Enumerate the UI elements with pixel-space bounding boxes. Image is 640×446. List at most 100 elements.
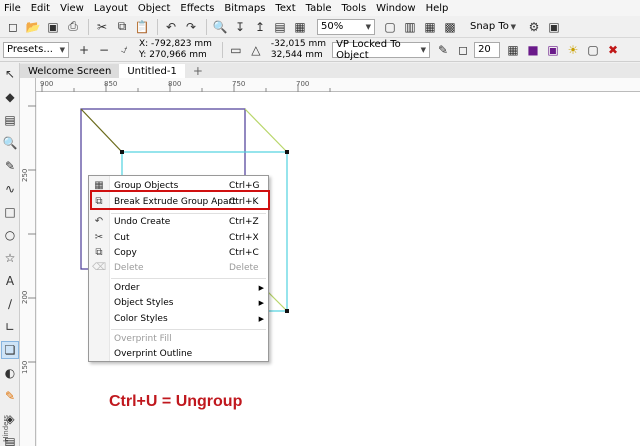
full-screen-icon[interactable]: ▢ (381, 18, 399, 36)
selection-handle[interactable] (285, 309, 289, 313)
ruler-tick-label: 800 (168, 80, 181, 88)
presets-select[interactable]: Presets... ▼ (3, 41, 69, 58)
menu-item-undo[interactable]: ↶ Undo Create Ctrl+Z (89, 214, 268, 229)
menu-text[interactable]: Text (275, 3, 295, 14)
menu-layout[interactable]: Layout (94, 3, 128, 14)
extrusion-color-icon[interactable]: ■ (524, 41, 542, 59)
transparency-tool-icon[interactable]: ◐ (1, 364, 19, 382)
selection-handle[interactable] (120, 150, 124, 154)
import-icon[interactable]: ↧ (231, 18, 249, 36)
paste-icon[interactable]: 📋 (133, 18, 151, 36)
extrude-edge (80, 108, 123, 153)
publish-pdf-icon[interactable]: ▤ (271, 18, 289, 36)
highlight-box (90, 190, 270, 210)
menu-view[interactable]: View (60, 3, 84, 14)
vp-object-icon[interactable]: ✎ (434, 41, 452, 59)
ruler-tick-label: 250 (21, 169, 29, 182)
grid-icon[interactable]: ▦ (421, 18, 439, 36)
menu-edit[interactable]: Edit (31, 3, 50, 14)
hinders-label: Hinders (2, 415, 10, 442)
selection-handle[interactable] (285, 150, 289, 154)
x-position-field[interactable]: X: -792,823 mm (139, 39, 212, 50)
tab-untitled-1[interactable]: Untitled-1 (119, 64, 185, 78)
copy-icon[interactable]: ⧉ (113, 18, 131, 36)
add-preset-icon[interactable]: + (75, 41, 93, 59)
zoom-tool-icon[interactable]: 🔍 (1, 134, 19, 152)
open-folder-icon[interactable]: 📂 (24, 18, 42, 36)
submenu-arrow-icon: ▶ (258, 314, 264, 323)
clear-extrusion-icon[interactable]: ✖ (604, 41, 622, 59)
print-icon[interactable]: ⎙ (64, 18, 82, 36)
ruler-tick-label: 750 (232, 80, 245, 88)
new-document-icon[interactable]: ◻ (4, 18, 22, 36)
freehand-tool-icon[interactable]: ✎ (1, 157, 19, 175)
menu-item-color-styles[interactable]: Color Styles ▶ (89, 311, 268, 326)
menu-item-copy[interactable]: ⧉ Copy Ctrl+C (89, 245, 268, 260)
menu-window[interactable]: Window (376, 3, 415, 14)
horizontal-ruler[interactable]: 900 850 800 750 700 (36, 78, 640, 92)
artistic-media-icon[interactable]: ∿ (1, 180, 19, 198)
pick-tool-icon[interactable]: ↖ (1, 65, 19, 83)
vertical-ruler[interactable]: 250 200 150 (20, 78, 36, 446)
application-launcher-icon[interactable]: ▦ (291, 18, 309, 36)
ellipse-tool-icon[interactable]: ○ (1, 226, 19, 244)
menu-bitmaps[interactable]: Bitmaps (224, 3, 265, 14)
menu-file[interactable]: File (4, 3, 21, 14)
tab-welcome-screen[interactable]: Welcome Screen (20, 64, 120, 78)
menu-table[interactable]: Table (306, 3, 332, 14)
depth-field[interactable]: 20 (474, 41, 501, 58)
undo-icon[interactable]: ↶ (162, 18, 180, 36)
menu-item-object-styles[interactable]: Object Styles ▶ (89, 295, 268, 310)
menu-help[interactable]: Help (426, 3, 449, 14)
guidelines-icon[interactable]: ▩ (441, 18, 459, 36)
zoom-level-select[interactable]: 50% ▼ (317, 18, 375, 35)
welcome-screen-icon[interactable]: ▣ (545, 18, 563, 36)
ruler-tick-label: 850 (104, 80, 117, 88)
rulers-icon[interactable]: ▥ (401, 18, 419, 36)
chevron-down-icon: ▼ (510, 22, 516, 31)
vp-y-field[interactable]: 32,544 mm (271, 50, 326, 61)
text-tool-icon[interactable]: A (1, 272, 19, 290)
remove-preset-icon[interactable]: − (95, 41, 113, 59)
copy-extrusion-icon[interactable]: ▢ (584, 41, 602, 59)
connector-tool-icon[interactable]: ∟ (1, 318, 19, 336)
search-content-icon[interactable]: 🔍 (211, 18, 229, 36)
snap-to-dropdown[interactable]: Snap To ▼ (467, 19, 519, 35)
export-icon[interactable]: ↥ (251, 18, 269, 36)
options-icon[interactable]: ⚙ (525, 18, 543, 36)
vanishing-point-icon: △ (251, 42, 261, 57)
menu-effects[interactable]: Effects (180, 3, 214, 14)
dimension-tool-icon[interactable]: ∕ (1, 295, 19, 313)
y-position-field[interactable]: Y: 270,966 mm (139, 50, 212, 61)
rectangle-tool-icon[interactable]: □ (1, 203, 19, 221)
extrusion-type-icon[interactable]: ▭ (227, 41, 245, 59)
eyedropper-tool-icon[interactable]: ✎ (1, 387, 19, 405)
toolbar-divider (221, 41, 223, 58)
save-icon[interactable]: ▣ (44, 18, 62, 36)
redo-icon[interactable]: ↷ (182, 18, 200, 36)
extrude-rotation-icon[interactable]: ▦ (504, 41, 522, 59)
extrusion-bevel-icon[interactable]: ▣ (544, 41, 562, 59)
add-tab-icon[interactable]: + (185, 64, 211, 78)
menu-item-overprint-fill: Overprint Fill (114, 333, 172, 344)
shape-tool-icon[interactable]: ◆ (1, 88, 19, 106)
menu-item-cut[interactable]: ✂ Cut Ctrl+X (89, 230, 268, 245)
menu-object[interactable]: Object (138, 3, 171, 14)
menu-item-order[interactable]: Order ▶ (89, 280, 268, 295)
vanishing-point-mode-select[interactable]: VP Locked To Object ▼ (332, 39, 431, 61)
vp-x-field[interactable]: -32,015 mm (271, 39, 326, 50)
polygon-tool-icon[interactable]: ☆ (1, 249, 19, 267)
depth-icon: ◻ (458, 42, 469, 57)
extrusion-lighting-icon[interactable]: ☀ (564, 41, 582, 59)
standard-toolbar: ◻ 📂 ▣ ⎙ ✂ ⧉ 📋 ↶ ↷ 🔍 ↧ ↥ ▤ ▦ 50% ▼ ▢ ▥ ▦ ▩… (0, 16, 640, 38)
toolbar-divider (206, 18, 207, 35)
menu-tools[interactable]: Tools (342, 3, 367, 14)
cut-icon[interactable]: ✂ (93, 18, 111, 36)
toolbar-divider (157, 18, 158, 35)
trash-icon: ⌫ (91, 262, 107, 273)
menu-item-overprint-outline[interactable]: Overprint Outline (89, 346, 268, 361)
document-tabs: Welcome Screen Untitled-1 + (20, 63, 640, 78)
extrude-tool-icon[interactable]: ❏ (1, 341, 19, 359)
crop-tool-icon[interactable]: ▤ (1, 111, 19, 129)
extrude-edge (244, 108, 288, 153)
